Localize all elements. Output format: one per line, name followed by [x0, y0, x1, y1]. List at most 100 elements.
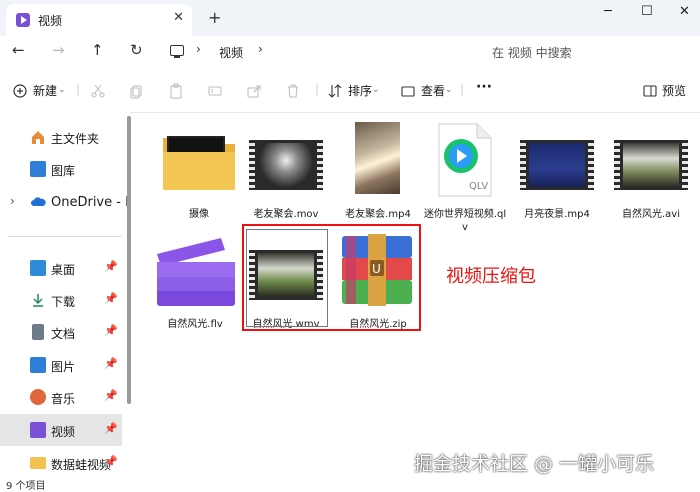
sidebar-item-videos[interactable]: 视频 📌 — [0, 414, 122, 446]
document-icon — [32, 324, 44, 340]
pin-icon[interactable]: 📌 — [104, 455, 118, 468]
copy-icon[interactable] — [128, 83, 144, 99]
tab-videos[interactable]: 视频 ✕ — [6, 4, 192, 36]
pin-icon[interactable]: 📌 — [104, 389, 118, 402]
folder-icon — [163, 136, 235, 190]
sidebar-item-label: 数据蛙视频 — [51, 458, 112, 472]
delete-icon[interactable] — [285, 83, 301, 99]
sidebar-item-label: 桌面 — [51, 263, 76, 277]
file-name: 迷你世界短视频.qlv — [423, 209, 507, 233]
up-button[interactable]: ↑ — [91, 41, 104, 59]
file-name: 老友聚会.mov — [253, 209, 319, 220]
back-button[interactable]: ← — [12, 41, 25, 59]
more-options-button[interactable]: ··· — [476, 79, 492, 95]
video-thumbnail — [517, 122, 597, 198]
sidebar-item-datafrog-videos[interactable]: 数据蛙视频 📌 — [0, 447, 122, 479]
sort-icon — [328, 84, 342, 98]
rename-icon[interactable] — [207, 83, 223, 99]
sidebar-item-label: 文档 — [51, 327, 76, 341]
sidebar-item-label: 图库 — [51, 164, 76, 178]
status-bar: 9 个项目 — [0, 477, 700, 492]
sidebar-item-label: OneDrive - I — [51, 195, 129, 210]
annotation-highlight-box — [242, 224, 421, 331]
chevron-right-icon[interactable]: › — [10, 194, 15, 208]
file-name: 摄像 — [189, 209, 209, 220]
refresh-button[interactable]: ↻ — [130, 41, 143, 59]
navigation-bar: ← → ↑ ↻ › 视频 › 在 视频 中搜索 — [0, 36, 700, 66]
view-icon — [401, 86, 415, 97]
view-button[interactable]: 查看 — [421, 82, 445, 99]
download-icon — [33, 294, 43, 307]
plus-circle-icon — [13, 84, 27, 98]
sort-button[interactable]: 排序 — [348, 82, 372, 99]
file-name: 自然风光.flv — [167, 319, 223, 330]
chevron-down-icon: ⌄ — [445, 85, 453, 95]
preview-pane-icon — [643, 85, 657, 97]
paste-icon[interactable] — [168, 83, 184, 99]
chevron-right-icon: › — [196, 42, 201, 56]
sidebar-item-label: 视频 — [51, 425, 76, 439]
music-icon — [30, 389, 46, 405]
sidebar-scrollbar[interactable] — [127, 116, 131, 404]
sidebar-item-label: 图片 — [51, 360, 76, 374]
sidebar-item-label: 音乐 — [51, 392, 76, 406]
pictures-icon — [30, 357, 46, 373]
svg-text:QLV: QLV — [469, 181, 488, 192]
item-count: 9 个项目 — [6, 481, 46, 492]
file-name: 月亮夜景.mp4 — [524, 209, 590, 220]
pin-icon[interactable]: 📌 — [104, 292, 118, 305]
new-tab-button[interactable]: + — [208, 8, 221, 27]
divider — [8, 236, 122, 237]
title-bar: 视频 ✕ + ─ ☐ ✕ — [0, 0, 700, 36]
tab-title: 视频 — [38, 14, 63, 28]
monitor-icon — [170, 45, 184, 58]
cut-icon[interactable] — [90, 83, 106, 99]
video-thumbnail — [338, 122, 418, 198]
divider: | — [76, 82, 81, 96]
pin-icon[interactable]: 📌 — [104, 324, 118, 337]
chevron-down-icon: ⌄ — [372, 85, 380, 95]
pin-icon[interactable]: 📌 — [104, 260, 118, 273]
watermark: 掘金技术社区 @ 一罐小可乐 — [414, 453, 655, 475]
desktop-icon — [30, 260, 46, 276]
video-folder-icon — [16, 13, 30, 27]
video-icon — [30, 422, 46, 438]
sidebar-item-gallery[interactable]: 图库 — [0, 153, 122, 185]
home-icon — [32, 131, 44, 144]
qlv-file-icon: QLV — [438, 123, 492, 197]
sidebar-item-onedrive[interactable]: › OneDrive - I — [0, 186, 129, 218]
file-name: 自然风光.avi — [621, 209, 680, 220]
sidebar-item-desktop[interactable]: 桌面 📌 — [0, 252, 122, 284]
divider: | — [315, 82, 320, 96]
sidebar-item-music[interactable]: 音乐 📌 — [0, 381, 122, 413]
search-input[interactable]: 在 视频 中搜索 — [492, 44, 572, 61]
flv-file-icon — [157, 238, 235, 306]
forward-button[interactable]: → — [52, 41, 65, 59]
gallery-icon — [30, 161, 46, 177]
sidebar-item-pictures[interactable]: 图片 📌 — [0, 349, 122, 381]
minimize-button[interactable]: ─ — [604, 4, 612, 19]
maximize-button[interactable]: ☐ — [641, 4, 653, 19]
close-button[interactable]: ✕ — [679, 4, 690, 19]
command-bar: 新建 ⌄ | | 排序 ⌄ 查看 ⌄ | ··· 预览 — [0, 72, 700, 113]
cloud-icon — [31, 197, 46, 206]
preview-button[interactable]: 预览 — [662, 82, 686, 99]
sidebar-item-documents[interactable]: 文档 📌 — [0, 316, 122, 348]
address-bar[interactable]: › 视频 › — [162, 39, 474, 63]
breadcrumb-videos[interactable]: 视频 — [219, 44, 243, 61]
pin-icon[interactable]: 📌 — [104, 422, 118, 435]
chevron-right-icon: › — [258, 42, 263, 56]
video-thumbnail — [246, 122, 326, 198]
share-icon[interactable] — [246, 83, 262, 99]
new-button[interactable]: 新建 — [33, 82, 57, 99]
sidebar-item-home[interactable]: 主文件夹 — [0, 121, 122, 153]
sidebar-item-downloads[interactable]: 下载 📌 — [0, 284, 122, 316]
pin-icon[interactable]: 📌 — [104, 357, 118, 370]
folder-icon — [30, 457, 46, 469]
search-box[interactable]: 在 视频 中搜索 — [484, 39, 694, 63]
annotation-label: 视频压缩包 — [446, 266, 536, 287]
divider: | — [460, 82, 465, 96]
sidebar-item-label: 下载 — [51, 295, 76, 309]
video-thumbnail — [611, 122, 691, 198]
tab-close-button[interactable]: ✕ — [173, 10, 184, 25]
